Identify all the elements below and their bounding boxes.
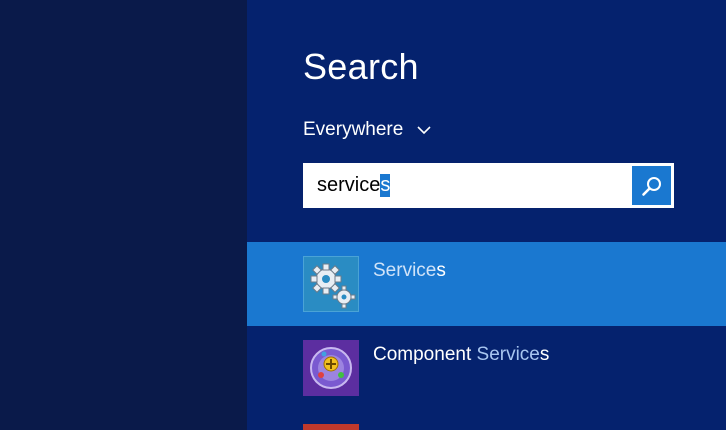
search-input[interactable]: service s [303, 163, 631, 208]
search-query-selection: s [380, 174, 391, 197]
search-result-partial[interactable] [247, 410, 726, 430]
chevron-down-icon [417, 126, 431, 135]
search-result-component-services[interactable]: Component Services [247, 326, 726, 410]
search-query-text: service [317, 174, 381, 196]
background-area [0, 0, 247, 430]
search-box: service s [303, 163, 674, 208]
component-services-icon [303, 340, 359, 396]
app-icon [303, 424, 359, 430]
search-button[interactable] [632, 166, 671, 205]
result-label: Services [373, 260, 446, 281]
search-icon [641, 176, 661, 196]
result-label: Component Services [373, 344, 550, 365]
search-scope-label: Everywhere [303, 119, 404, 140]
page-title: Search [303, 46, 419, 87]
search-scope-dropdown[interactable]: Everywhere [303, 119, 431, 141]
gears-icon [303, 256, 359, 312]
search-result-services[interactable]: Services [247, 242, 726, 326]
